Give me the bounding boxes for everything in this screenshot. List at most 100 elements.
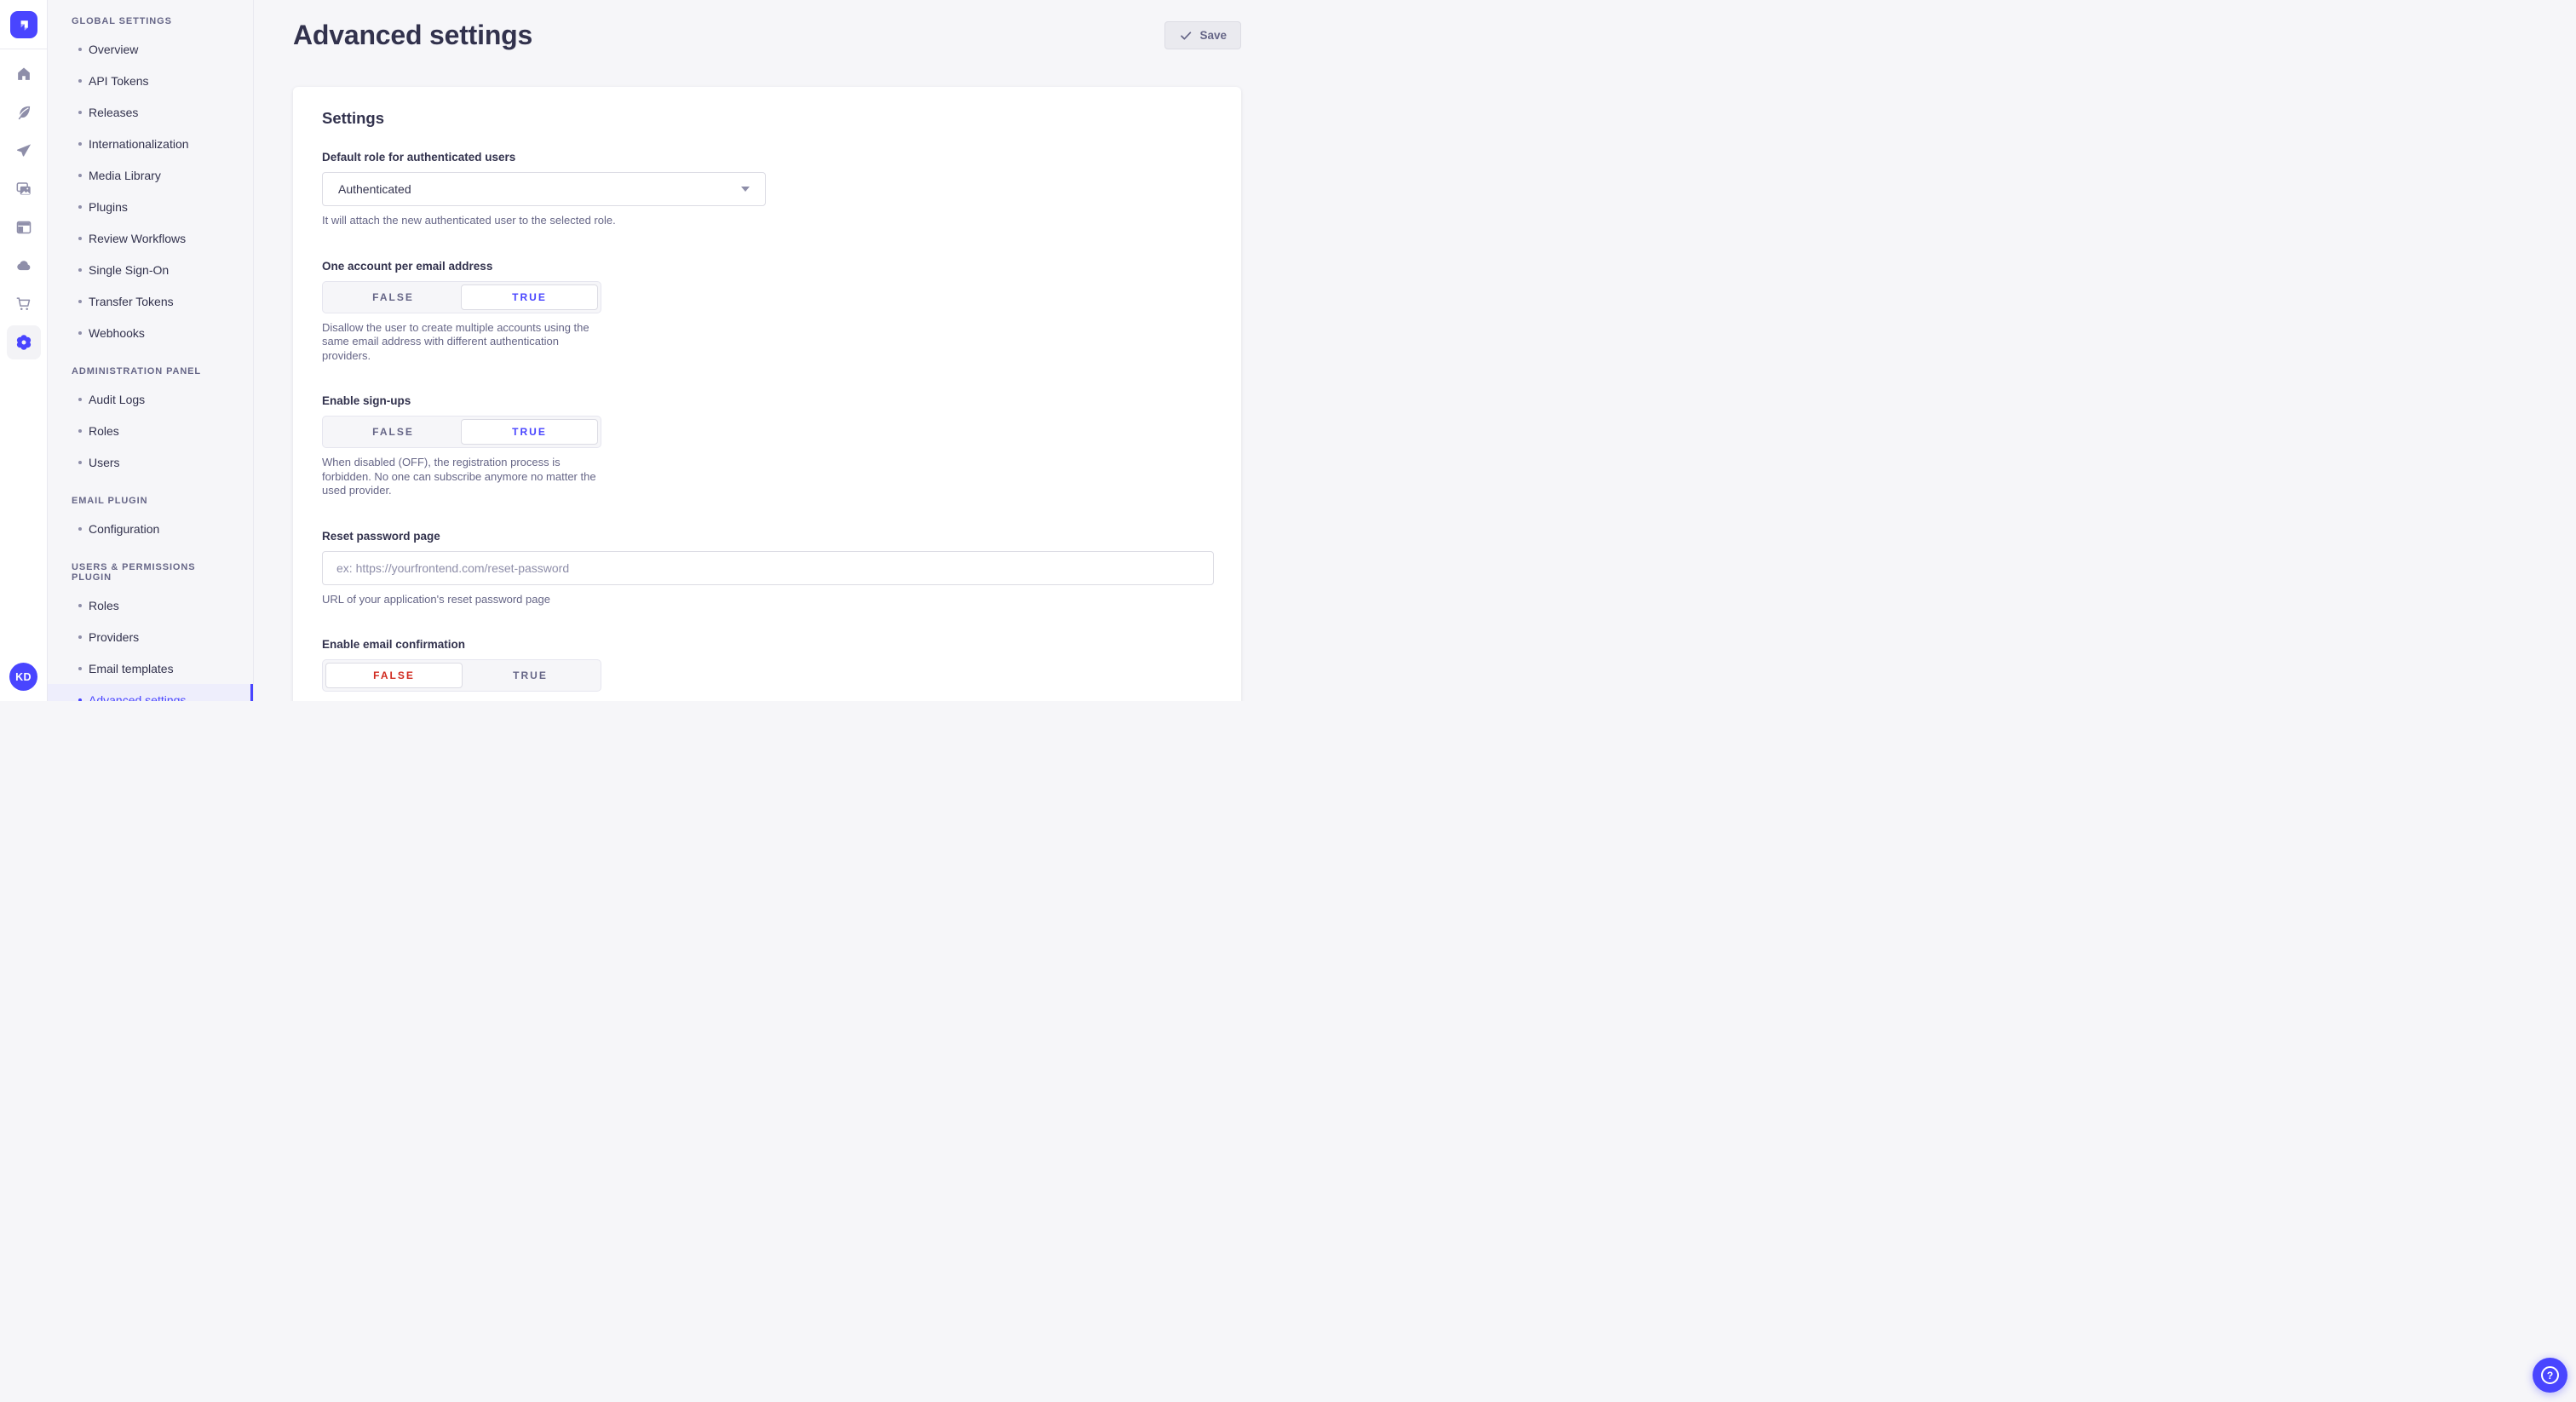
help-button[interactable]: ? [2533, 1358, 2567, 1393]
sidebar-item-audit-logs[interactable]: Audit Logs [48, 383, 253, 415]
sidebar-item-label: Advanced settings [89, 693, 186, 702]
sidebar-item-api-tokens[interactable]: API Tokens [48, 65, 253, 96]
enable-signups-label: Enable sign-ups [322, 394, 1214, 407]
bullet-icon [78, 111, 82, 114]
sidebar-item-label: Overview [89, 43, 138, 56]
enable-signups-false-option[interactable]: FALSE [325, 419, 461, 445]
sidebar-item-admin-roles[interactable]: Roles [48, 415, 253, 446]
sidebar-item-label: Review Workflows [89, 232, 186, 245]
home-icon[interactable] [7, 57, 41, 91]
sidebar-item-up-roles[interactable]: Roles [48, 589, 253, 621]
sidebar-item-label: Media Library [89, 169, 161, 182]
field-reset-password: Reset password page URL of your applicat… [322, 530, 1214, 607]
email-confirmation-toggle: FALSE TRUE [322, 659, 601, 692]
sidebar-item-label: Email templates [89, 662, 174, 675]
question-mark-icon: ? [2541, 1366, 2559, 1384]
cloud-icon[interactable] [7, 249, 41, 283]
subnav-section-title: USERS & PERMISSIONS PLUGIN [48, 554, 253, 589]
enable-signups-toggle: FALSE TRUE [322, 416, 601, 448]
chevron-down-icon [741, 187, 750, 192]
sidebar-item-webhooks[interactable]: Webhooks [48, 317, 253, 348]
sidebar-item-label: API Tokens [89, 74, 149, 88]
sidebar-item-label: Webhooks [89, 326, 145, 340]
sidebar-item-label: Releases [89, 106, 138, 119]
sidebar-item-plugins[interactable]: Plugins [48, 191, 253, 222]
sidebar-item-internationalization[interactable]: Internationalization [48, 128, 253, 159]
bullet-icon [78, 331, 82, 335]
sidebar-item-label: Single Sign-On [89, 263, 169, 277]
bullet-icon [78, 205, 82, 209]
field-one-account: One account per email address FALSE TRUE… [322, 260, 1214, 364]
sidebar-item-media-library[interactable]: Media Library [48, 159, 253, 191]
bullet-icon [78, 300, 82, 303]
strapi-mark [14, 15, 33, 34]
icon-rail: KD [0, 0, 48, 701]
strapi-logo-icon[interactable] [10, 11, 37, 38]
sidebar-item-email-configuration[interactable]: Configuration [48, 513, 253, 544]
default-role-hint: It will attach the new authenticated use… [322, 214, 1214, 228]
email-confirmation-true-option[interactable]: TRUE [463, 663, 598, 688]
sidebar-item-label: Internationalization [89, 137, 189, 151]
default-role-select[interactable]: Authenticated [322, 172, 766, 206]
subnav-section-title: ADMINISTRATION PANEL [48, 359, 253, 383]
bullet-icon [78, 398, 82, 401]
email-confirmation-false-option[interactable]: FALSE [325, 663, 463, 688]
one-account-true-option[interactable]: TRUE [461, 284, 598, 310]
save-button[interactable]: Save [1164, 21, 1241, 49]
field-default-role: Default role for authenticated users Aut… [322, 151, 1214, 228]
one-account-toggle: FALSE TRUE [322, 281, 601, 313]
paper-plane-icon[interactable] [7, 134, 41, 168]
sidebar-item-transfer-tokens[interactable]: Transfer Tokens [48, 285, 253, 317]
bullet-icon [78, 527, 82, 531]
bullet-icon [78, 698, 82, 702]
settings-heading: Settings [322, 109, 1214, 128]
sidebar-item-label: Audit Logs [89, 393, 145, 406]
cart-icon[interactable] [7, 287, 41, 321]
field-enable-signups: Enable sign-ups FALSE TRUE When disabled… [322, 394, 1214, 498]
gear-icon[interactable] [7, 325, 41, 359]
subnav-section-users-permissions: USERS & PERMISSIONS PLUGIN Roles Provide… [48, 554, 253, 701]
bullet-icon [78, 268, 82, 272]
sidebar-item-label: Configuration [89, 522, 159, 536]
email-confirmation-label: Enable email confirmation [322, 638, 1214, 651]
media-library-icon[interactable] [7, 172, 41, 206]
subnav-section-email-plugin: EMAIL PLUGIN Configuration [48, 488, 253, 544]
sidebar-item-review-workflows[interactable]: Review Workflows [48, 222, 253, 254]
bullet-icon [78, 142, 82, 146]
subnav-section-global: GLOBAL SETTINGS Overview API Tokens Rele… [48, 9, 253, 348]
page-header: Advanced settings Save [254, 0, 1288, 51]
enable-signups-hint: When disabled (OFF), the registration pr… [322, 456, 605, 498]
sidebar-item-overview[interactable]: Overview [48, 33, 253, 65]
bullet-icon [78, 79, 82, 83]
sidebar-item-label: Plugins [89, 200, 128, 214]
page-title: Advanced settings [293, 20, 532, 51]
sidebar-item-releases[interactable]: Releases [48, 96, 253, 128]
feather-icon[interactable] [7, 95, 41, 129]
sidebar-item-advanced-settings[interactable]: Advanced settings [48, 684, 253, 701]
bullet-icon [78, 429, 82, 433]
user-avatar[interactable]: KD [9, 663, 37, 691]
sidebar-item-admin-users[interactable]: Users [48, 446, 253, 478]
layout-icon[interactable] [7, 210, 41, 244]
one-account-label: One account per email address [322, 260, 1214, 273]
one-account-false-option[interactable]: FALSE [325, 284, 461, 310]
check-icon [1179, 29, 1193, 43]
one-account-hint: Disallow the user to create multiple acc… [322, 321, 605, 364]
default-role-value: Authenticated [338, 182, 411, 196]
sidebar-item-label: Roles [89, 599, 119, 612]
sidebar-item-email-templates[interactable]: Email templates [48, 652, 253, 684]
bullet-icon [78, 667, 82, 670]
subnav-section-title: GLOBAL SETTINGS [48, 9, 253, 33]
bullet-icon [78, 174, 82, 177]
sidebar-item-providers[interactable]: Providers [48, 621, 253, 652]
app-shell: KD GLOBAL SETTINGS Overview API Tokens R… [0, 0, 1288, 701]
subnav-section-admin-panel: ADMINISTRATION PANEL Audit Logs Roles Us… [48, 359, 253, 478]
main-content: Advanced settings Save Settings Default … [254, 0, 1288, 701]
rail-nav [7, 49, 41, 359]
reset-password-input[interactable] [322, 551, 1214, 585]
sidebar-item-single-sign-on[interactable]: Single Sign-On [48, 254, 253, 285]
bullet-icon [78, 237, 82, 240]
email-confirmation-hint: When enabled (ON), new registered users … [322, 699, 605, 701]
enable-signups-true-option[interactable]: TRUE [461, 419, 598, 445]
settings-card: Settings Default role for authenticated … [293, 87, 1241, 701]
